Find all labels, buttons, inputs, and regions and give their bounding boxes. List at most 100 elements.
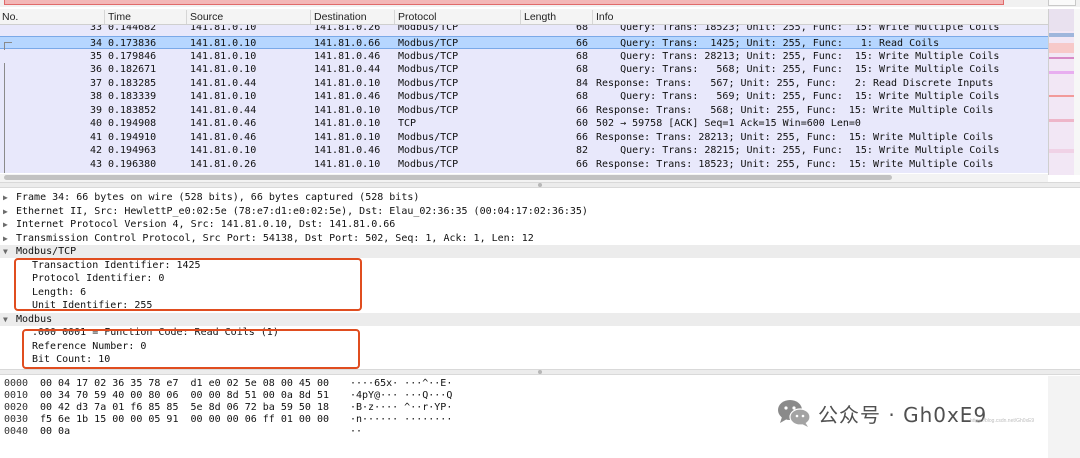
packet-protocol: Modbus/TCP bbox=[398, 104, 459, 116]
filter-expression-button[interactable] bbox=[1048, 0, 1076, 6]
tree-item-modbus-tcp[interactable]: ▼ Modbus/TCP bbox=[0, 245, 1080, 259]
watermark-text: 公众号 · Gh0xE9 bbox=[818, 402, 988, 427]
packet-info: Query: Trans: 569; Unit: 255, Func: 15: … bbox=[596, 91, 1000, 102]
packet-destination: 141.81.0.10 bbox=[314, 77, 381, 89]
collapse-arrow-icon[interactable]: ▼ bbox=[3, 313, 13, 326]
column-header-destination[interactable]: Destination bbox=[314, 11, 367, 23]
packet-no: 38 bbox=[89, 91, 102, 102]
packet-row-selected[interactable]: 34 0.173836 141.81.0.10 141.81.0.66 Modb… bbox=[0, 36, 1048, 50]
packet-row[interactable]: 41 0.194910 141.81.0.46 141.81.0.10 Modb… bbox=[0, 131, 1048, 158]
packet-row[interactable]: 43 0.196380 141.81.0.26 141.81.0.10 Modb… bbox=[0, 158, 1048, 173]
packet-row[interactable]: 38 0.183339 141.81.0.10 141.81.0.46 Modb… bbox=[0, 90, 1048, 117]
expand-arrow-icon[interactable]: ▶ bbox=[3, 205, 13, 218]
packet-destination: 141.81.0.10 bbox=[314, 158, 381, 170]
expand-arrow-icon[interactable]: ▶ bbox=[3, 232, 13, 245]
highlight-box-modbus bbox=[22, 329, 360, 369]
packet-protocol: Modbus/TCP bbox=[398, 25, 459, 33]
packet-info: Query: Trans: 28213; Unit: 255, Func: 15… bbox=[596, 50, 1000, 62]
column-header-source[interactable]: Source bbox=[190, 11, 223, 23]
packet-length: 68 bbox=[575, 91, 588, 102]
packet-protocol: Modbus/TCP bbox=[398, 64, 459, 75]
scrollbar-thumb[interactable] bbox=[4, 175, 892, 180]
packet-info: Query: Trans: 18523; Unit: 255, Func: 15… bbox=[596, 25, 1000, 33]
byte-ascii[interactable]: ····65x· ···^··E· bbox=[350, 378, 452, 390]
tree-item-modbus[interactable]: ▼ Modbus bbox=[0, 312, 1080, 326]
column-header-info[interactable]: Info bbox=[596, 11, 614, 23]
byte-hex[interactable]: f5 6e 1b 15 00 00 05 91 00 00 00 06 ff 0… bbox=[40, 414, 329, 426]
packet-info: Response: Trans: 18523; Unit: 255, Func:… bbox=[596, 158, 994, 170]
byte-hex[interactable]: 00 0a bbox=[40, 426, 70, 438]
packet-minimap[interactable] bbox=[1048, 9, 1075, 175]
expand-arrow-icon[interactable]: ▶ bbox=[3, 191, 13, 204]
tree-item-frame[interactable]: ▶ Frame 34: 66 bytes on wire (528 bits),… bbox=[0, 191, 1080, 204]
packet-time: 0.183339 bbox=[108, 91, 157, 102]
packet-row[interactable]: 40 0.194908 141.81.0.46 141.81.0.10 TCP … bbox=[0, 117, 1048, 144]
column-header-protocol[interactable]: Protocol bbox=[398, 11, 437, 23]
packet-protocol: Modbus/TCP bbox=[398, 77, 459, 89]
packet-destination: 141.81.0.46 bbox=[314, 50, 381, 62]
packet-info: Response: Trans: 28213; Unit: 255, Func:… bbox=[596, 131, 994, 143]
packet-row[interactable]: 36 0.182671 141.81.0.10 141.81.0.44 Modb… bbox=[0, 63, 1048, 90]
packet-source: 141.81.0.10 bbox=[190, 64, 257, 75]
tree-item-ip[interactable]: ▶ Internet Protocol Version 4, Src: 141.… bbox=[0, 218, 1080, 231]
packet-protocol: Modbus/TCP bbox=[398, 91, 459, 102]
packet-length: 84 bbox=[575, 77, 588, 89]
byte-offset: 0030 bbox=[4, 414, 29, 425]
packet-destination: 141.81.0.66 bbox=[314, 38, 381, 49]
bytes-pane-scrollbar[interactable] bbox=[1048, 376, 1080, 458]
byte-hex[interactable]: 00 42 d3 7a 01 f6 85 85 5e 8d 06 72 ba 5… bbox=[40, 402, 329, 414]
packet-details-pane[interactable]: ▶ Frame 34: 66 bytes on wire (528 bits),… bbox=[0, 189, 1080, 369]
packet-length: 68 bbox=[575, 25, 588, 33]
packet-length: 66 bbox=[575, 104, 588, 116]
tree-item-tcp[interactable]: ▶ Transmission Control Protocol, Src Por… bbox=[0, 232, 1080, 245]
packet-time: 0.173836 bbox=[108, 38, 157, 49]
column-header-no[interactable]: No. bbox=[2, 11, 18, 23]
packet-time: 0.182671 bbox=[108, 64, 157, 75]
tree-item-ethernet[interactable]: ▶ Ethernet II, Src: HewlettP_e0:02:5e (7… bbox=[0, 205, 1080, 218]
byte-hex[interactable]: 00 04 17 02 36 35 78 e7 d1 e0 02 5e 08 0… bbox=[40, 378, 329, 390]
packet-length: 68 bbox=[575, 64, 588, 75]
packet-destination: 141.81.0.10 bbox=[314, 104, 381, 116]
packet-no: 43 bbox=[89, 158, 102, 170]
packet-destination: 141.81.0.44 bbox=[314, 64, 381, 75]
packet-list-vertical-scrollbar[interactable] bbox=[1074, 9, 1080, 175]
packet-protocol: TCP bbox=[398, 118, 417, 129]
watermark-url: https://blog.csdn.net/Gh0xE9 bbox=[970, 418, 1035, 424]
packet-no: 37 bbox=[89, 77, 102, 89]
column-header-time[interactable]: Time bbox=[108, 11, 131, 23]
pane-splitter-top[interactable] bbox=[0, 182, 1080, 188]
byte-ascii[interactable]: ·n······ ········ bbox=[350, 414, 452, 426]
packet-source: 141.81.0.10 bbox=[190, 25, 257, 33]
packet-time: 0.196380 bbox=[108, 158, 157, 170]
packet-info: Query: Trans: 28215; Unit: 255, Func: 15… bbox=[596, 145, 1000, 156]
wechat-icon bbox=[776, 398, 812, 428]
packet-row[interactable]: 39 0.183852 141.81.0.44 141.81.0.10 Modb… bbox=[0, 104, 1048, 131]
byte-ascii[interactable]: ·4pY@··· ···Q···Q bbox=[350, 390, 452, 402]
expand-arrow-icon[interactable]: ▶ bbox=[3, 218, 13, 231]
packet-no: 41 bbox=[89, 131, 102, 143]
pane-splitter-bottom[interactable] bbox=[0, 369, 1080, 375]
byte-ascii[interactable]: ·· bbox=[350, 426, 362, 438]
column-header-length[interactable]: Length bbox=[524, 11, 556, 23]
byte-ascii[interactable]: ·B·z···· ^··r·YP· bbox=[350, 402, 452, 414]
packet-length: 60 bbox=[575, 118, 588, 129]
packet-row[interactable]: 35 0.179846 141.81.0.10 141.81.0.46 Modb… bbox=[0, 50, 1048, 77]
packet-row[interactable]: 33 0.144682 141.81.0.10 141.81.0.26 Modb… bbox=[0, 25, 1048, 34]
packet-destination: 141.81.0.10 bbox=[314, 118, 381, 129]
packet-time: 0.183285 bbox=[108, 77, 157, 89]
packet-row[interactable]: 42 0.194963 141.81.0.10 141.81.0.46 Modb… bbox=[0, 144, 1048, 171]
packet-list[interactable]: 33 0.144682 141.81.0.10 141.81.0.26 Modb… bbox=[0, 25, 1048, 173]
packet-source: 141.81.0.46 bbox=[190, 118, 257, 129]
packet-time: 0.194963 bbox=[108, 145, 157, 156]
packet-destination: 141.81.0.46 bbox=[314, 145, 381, 156]
packet-list-horizontal-scrollbar[interactable] bbox=[0, 174, 1048, 182]
packet-destination: 141.81.0.26 bbox=[314, 25, 381, 33]
byte-hex[interactable]: 00 34 70 59 40 00 80 06 00 00 8d 51 00 0… bbox=[40, 390, 329, 402]
packet-time: 0.194910 bbox=[108, 131, 157, 143]
packet-protocol: Modbus/TCP bbox=[398, 50, 459, 62]
packet-no: 36 bbox=[89, 64, 102, 75]
packet-destination: 141.81.0.10 bbox=[314, 131, 381, 143]
packet-row[interactable]: 37 0.183285 141.81.0.44 141.81.0.10 Modb… bbox=[0, 77, 1048, 104]
display-filter-input[interactable] bbox=[4, 0, 1004, 5]
collapse-arrow-icon[interactable]: ▼ bbox=[3, 245, 13, 258]
